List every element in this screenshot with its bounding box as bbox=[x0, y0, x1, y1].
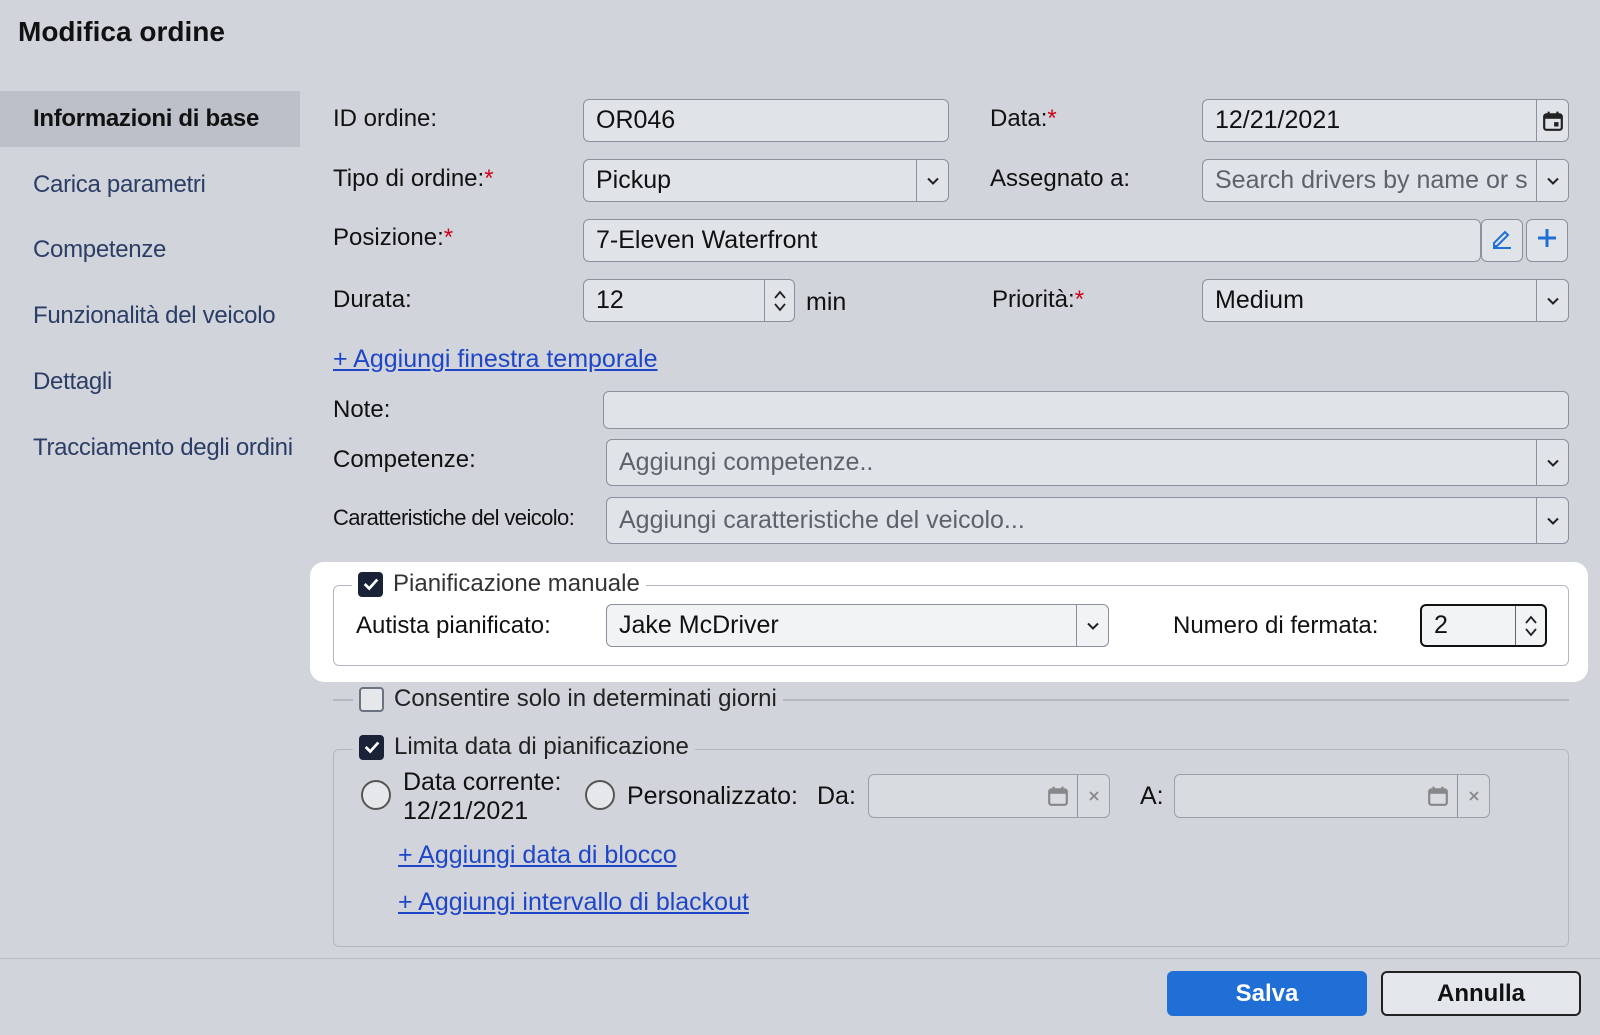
sidebar-item-details[interactable]: Dettagli bbox=[0, 354, 300, 410]
skills-select[interactable]: Aggiungi competenze.. bbox=[606, 439, 1569, 486]
dialog-title: Modifica ordine bbox=[18, 16, 225, 47]
add-blackout-link[interactable]: + Aggiungi intervallo di blackout bbox=[398, 888, 749, 917]
custom-date-label: Personalizzato: bbox=[627, 782, 798, 810]
skills-label: Competenze: bbox=[333, 446, 476, 473]
save-button[interactable]: Salva bbox=[1167, 971, 1367, 1016]
allowed-days-label: Consentire solo in determinati giorni bbox=[394, 685, 777, 712]
stop-number-value: 2 bbox=[1434, 611, 1448, 639]
location-field[interactable]: 7-Eleven Waterfront bbox=[583, 219, 1481, 262]
plus-icon bbox=[1535, 226, 1559, 255]
from-date-field[interactable] bbox=[868, 774, 1110, 818]
manual-planning-checkbox[interactable] bbox=[358, 571, 383, 597]
custom-date-radio[interactable] bbox=[585, 780, 615, 810]
order-type-value: Pickup bbox=[596, 166, 672, 194]
sidebar-item-order-tracking[interactable]: Tracciamento degli ordini bbox=[0, 420, 300, 476]
order-type-label: Tipo di ordine:* bbox=[333, 165, 494, 192]
current-date-text: Data corrente: 12/21/2021 bbox=[403, 768, 561, 826]
edit-location-button[interactable] bbox=[1481, 219, 1523, 262]
required-mark: * bbox=[484, 165, 494, 192]
chevron-down-icon[interactable] bbox=[773, 302, 786, 312]
sidebar-item-load-params[interactable]: Carica parametri bbox=[0, 157, 300, 213]
vehicle-features-placeholder: Aggiungi caratteristiche del veicolo... bbox=[619, 506, 1025, 534]
order-type-select[interactable]: Pickup bbox=[583, 159, 949, 202]
cancel-button[interactable]: Annulla bbox=[1381, 971, 1581, 1016]
stop-number-stepper[interactable]: 2 bbox=[1420, 604, 1547, 647]
chevron-down-icon bbox=[1536, 280, 1568, 321]
stepper-arrows[interactable] bbox=[1515, 606, 1545, 645]
assigned-to-label: Assegnato a: bbox=[990, 165, 1131, 192]
priority-label: Priorità:* bbox=[992, 286, 1085, 313]
date-field[interactable]: 12/21/2021 bbox=[1202, 99, 1569, 142]
limit-date-checkbox[interactable] bbox=[359, 734, 384, 760]
manual-planning-label: Pianificazione manuale bbox=[393, 570, 640, 597]
chevron-down-icon[interactable] bbox=[1524, 627, 1537, 637]
allowed-days-checkbox[interactable] bbox=[359, 686, 384, 712]
chevron-up-icon[interactable] bbox=[773, 290, 786, 300]
chevron-down-icon bbox=[1536, 160, 1568, 201]
add-time-window-link[interactable]: + Aggiungi finestra temporale bbox=[333, 345, 658, 374]
sidebar-item-skills[interactable]: Competenze bbox=[0, 222, 300, 278]
chevron-down-icon bbox=[916, 160, 948, 201]
chevron-down-icon bbox=[1536, 498, 1568, 543]
priority-value: Medium bbox=[1215, 286, 1304, 314]
limit-date-legend: Limita data di pianificazione bbox=[353, 733, 695, 761]
vehicle-features-select[interactable]: Aggiungi caratteristiche del veicolo... bbox=[606, 497, 1569, 544]
duration-stepper[interactable]: 12 bbox=[583, 279, 795, 322]
required-mark: * bbox=[1074, 286, 1085, 313]
to-label: A: bbox=[1140, 782, 1164, 810]
date-label: Data:* bbox=[990, 105, 1057, 132]
duration-value: 12 bbox=[596, 286, 624, 314]
clear-icon[interactable] bbox=[1077, 775, 1109, 817]
planned-driver-select[interactable]: Jake McDriver bbox=[606, 604, 1109, 647]
required-mark: * bbox=[1047, 105, 1057, 132]
planned-driver-label: Autista pianificato: bbox=[356, 612, 551, 639]
allowed-days-legend: Consentire solo in determinati giorni bbox=[353, 685, 783, 713]
location-value: 7-Eleven Waterfront bbox=[596, 226, 818, 254]
order-id-field[interactable]: OR046 bbox=[583, 99, 949, 142]
order-id-label: ID ordine: bbox=[333, 105, 438, 132]
sidebar-item-vehicle-features[interactable]: Funzionalità del veicolo bbox=[0, 288, 300, 344]
assigned-to-search[interactable]: Search drivers by name or s bbox=[1202, 159, 1569, 202]
pencil-icon bbox=[1490, 226, 1514, 255]
current-date-label: Data corrente: bbox=[403, 768, 562, 796]
notes-field[interactable] bbox=[603, 391, 1569, 429]
duration-unit: min bbox=[806, 288, 847, 316]
current-date-radio[interactable] bbox=[361, 780, 391, 810]
stop-number-label: Numero di fermata: bbox=[1173, 612, 1379, 639]
required-mark: * bbox=[443, 224, 454, 251]
clear-icon[interactable] bbox=[1457, 775, 1489, 817]
calendar-icon[interactable] bbox=[1536, 100, 1568, 141]
stepper-arrows[interactable] bbox=[764, 280, 794, 321]
calendar-icon[interactable] bbox=[1047, 785, 1069, 814]
notes-label: Note: bbox=[333, 396, 391, 423]
from-label: Da: bbox=[817, 782, 856, 810]
footer-divider bbox=[0, 958, 1600, 959]
chevron-up-icon[interactable] bbox=[1524, 615, 1537, 625]
date-value: 12/21/2021 bbox=[1215, 106, 1341, 134]
skills-placeholder: Aggiungi competenze.. bbox=[619, 448, 874, 476]
add-block-date-link[interactable]: + Aggiungi data di blocco bbox=[398, 841, 677, 870]
limit-date-label: Limita data di pianificazione bbox=[394, 733, 689, 760]
calendar-icon[interactable] bbox=[1427, 785, 1449, 814]
current-date-value: 12/21/2021 bbox=[403, 797, 529, 825]
manual-planning-legend: Pianificazione manuale bbox=[352, 570, 646, 598]
to-date-field[interactable] bbox=[1174, 774, 1490, 818]
chevron-down-icon bbox=[1536, 440, 1568, 485]
chevron-down-icon bbox=[1076, 605, 1108, 646]
add-location-button[interactable] bbox=[1526, 219, 1568, 262]
sidebar-item-basic-info[interactable]: Informazioni di base bbox=[0, 91, 300, 147]
order-id-value: OR046 bbox=[596, 106, 676, 134]
location-label: Posizione:* bbox=[333, 224, 454, 251]
priority-select[interactable]: Medium bbox=[1202, 279, 1569, 322]
planned-driver-value: Jake McDriver bbox=[619, 611, 779, 639]
vehicle-features-label: Caratteristiche del veicolo: bbox=[333, 505, 575, 530]
assigned-to-placeholder: Search drivers by name or s bbox=[1215, 166, 1528, 194]
duration-label: Durata: bbox=[333, 286, 412, 313]
